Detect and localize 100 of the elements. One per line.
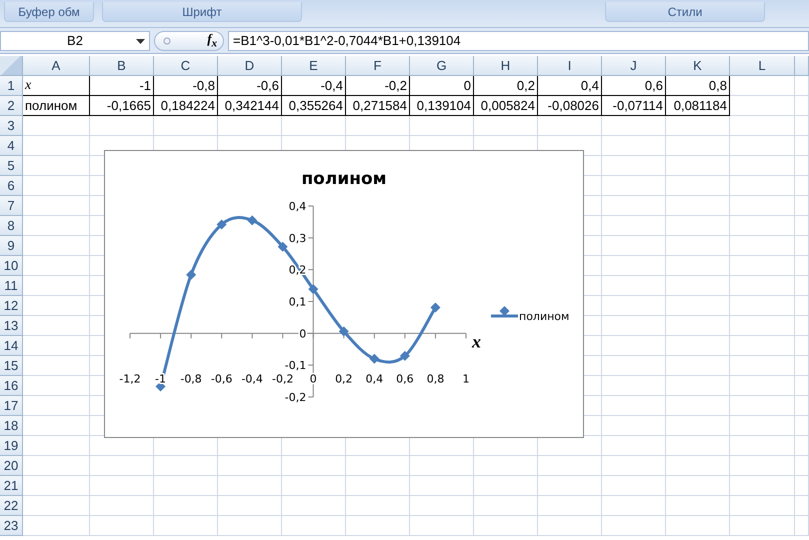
table-cell — [666, 416, 730, 436]
column-header[interactable]: K — [666, 56, 730, 76]
table-cell — [795, 276, 809, 296]
table-cell — [538, 516, 602, 536]
row-header[interactable]: 13 — [0, 316, 23, 336]
row-header[interactable]: 16 — [0, 376, 23, 396]
axis-label: 0,1 — [288, 296, 306, 308]
column-header[interactable]: E — [282, 56, 346, 76]
table-cell — [282, 456, 346, 476]
column-header[interactable]: H — [474, 56, 538, 76]
table-cell — [90, 516, 154, 536]
column-header[interactable]: G — [410, 56, 474, 76]
table-cell — [602, 216, 666, 236]
row-header[interactable]: 11 — [0, 276, 23, 296]
table-cell: -0,8 — [154, 76, 218, 96]
table-cell — [730, 476, 795, 496]
table-cell — [23, 456, 90, 476]
row-header[interactable]: 17 — [0, 396, 23, 416]
row-header[interactable]: 14 — [0, 336, 23, 356]
table-cell — [795, 196, 809, 216]
column-header[interactable]: A — [23, 56, 90, 76]
table-cell: 0,342144 — [218, 96, 282, 116]
row-header[interactable]: 15 — [0, 356, 23, 376]
row-header[interactable]: 4 — [0, 136, 23, 156]
table-cell — [730, 356, 795, 376]
table-cell — [730, 416, 795, 436]
table-cell — [666, 136, 730, 156]
axis-label: 0,3 — [288, 232, 306, 245]
caret-icon[interactable] — [136, 38, 145, 44]
row-header[interactable]: 21 — [0, 476, 23, 496]
table-cell — [410, 476, 474, 496]
table-cell — [666, 436, 730, 456]
table-cell — [90, 116, 154, 136]
row-header[interactable]: 1 — [0, 76, 23, 96]
table-cell — [666, 396, 730, 416]
name-box[interactable]: B2 — [0, 30, 150, 50]
column-header[interactable] — [795, 56, 809, 76]
table-cell — [410, 516, 474, 536]
row-header[interactable]: 22 — [0, 496, 23, 516]
table-cell — [730, 296, 795, 316]
table-cell: 0,6 — [602, 76, 666, 96]
table-cell — [23, 476, 90, 496]
table-cell: 0,8 — [666, 76, 730, 96]
row-header[interactable]: 19 — [0, 436, 23, 456]
row-header[interactable]: 5 — [0, 156, 23, 176]
axis-label: 0,4 — [288, 200, 306, 213]
table-cell — [666, 276, 730, 296]
table-cell — [795, 416, 809, 436]
table-cell — [730, 176, 795, 196]
ribbon-group-label: Буфер обм — [4, 2, 94, 22]
row-header[interactable]: 6 — [0, 176, 23, 196]
row-header[interactable]: 12 — [0, 296, 23, 316]
column-header[interactable]: I — [538, 56, 602, 76]
table-cell — [666, 316, 730, 336]
column-header[interactable]: J — [602, 56, 666, 76]
function-button[interactable]: f$_{x}$ — [154, 30, 224, 50]
table-cell — [23, 116, 90, 136]
row-header[interactable]: 20 — [0, 456, 23, 476]
data-point — [247, 215, 258, 226]
axis-label: 0,6 — [396, 372, 414, 386]
table-cell — [730, 276, 795, 296]
table-cell — [730, 376, 795, 396]
row-header[interactable]: 2 — [0, 96, 23, 116]
formula-field[interactable]: =B1^3-0,01*B1^2-0,7044*B1+0,139104 — [228, 30, 809, 50]
table-cell: -0,07114 — [602, 96, 666, 116]
axis-label: 0,8 — [426, 372, 444, 386]
column-header[interactable]: B — [90, 56, 154, 76]
table-cell: -0,1665 — [90, 96, 154, 116]
table-cell — [795, 496, 809, 516]
table-cell — [602, 236, 666, 256]
table-cell — [218, 516, 282, 536]
row-header[interactable]: 23 — [0, 516, 23, 536]
row-header[interactable]: 9 — [0, 236, 23, 256]
table-cell — [666, 176, 730, 196]
table-cell — [602, 196, 666, 216]
table-cell — [795, 116, 809, 136]
handle-icon — [163, 36, 171, 44]
table-cell — [666, 496, 730, 516]
axis-title: x — [472, 331, 481, 352]
table-cell — [602, 136, 666, 156]
column-header[interactable]: D — [218, 56, 282, 76]
row-header[interactable]: 10 — [0, 256, 23, 276]
column-header[interactable]: F — [346, 56, 410, 76]
select-all-button[interactable] — [0, 56, 23, 76]
table-cell — [730, 436, 795, 456]
table-cell — [795, 216, 809, 236]
table-cell — [602, 456, 666, 476]
row-header[interactable]: 18 — [0, 416, 23, 436]
table-cell — [795, 96, 809, 116]
table-cell — [795, 316, 809, 336]
table-cell — [602, 336, 666, 356]
table-cell — [602, 416, 666, 436]
row-header[interactable]: 7 — [0, 196, 23, 216]
column-header[interactable]: L — [730, 56, 795, 76]
table-cell — [154, 516, 218, 536]
column-header[interactable]: C — [154, 56, 218, 76]
table-cell — [730, 336, 795, 356]
table-cell — [282, 476, 346, 496]
row-header[interactable]: 3 — [0, 116, 23, 136]
row-header[interactable]: 8 — [0, 216, 23, 236]
